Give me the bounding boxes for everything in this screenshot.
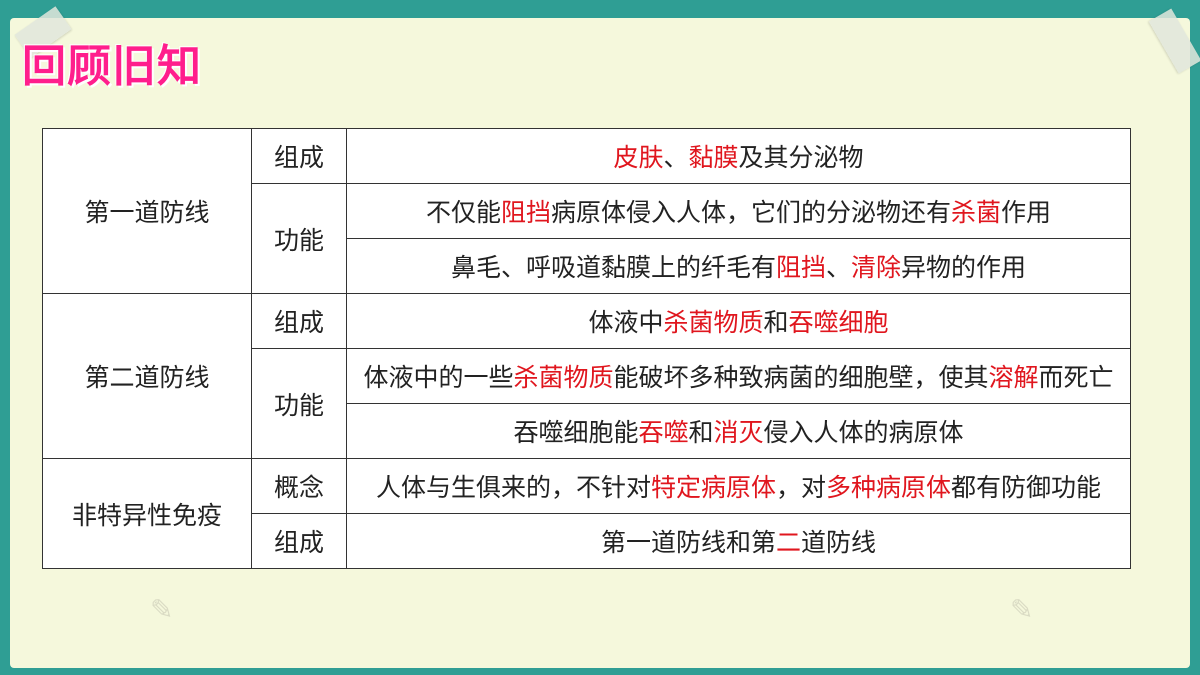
table-row: 第二道防线 组成 体液中杀菌物质和吞噬细胞 bbox=[42, 293, 1131, 459]
content-cell: 人体与生俱来的，不针对特定病原体，对多种病原体都有防御功能 bbox=[346, 458, 1131, 514]
page-title: 回顾旧知 bbox=[22, 41, 202, 92]
sub-header-concept: 概念 bbox=[251, 458, 347, 514]
category-nonspecific-immunity: 非特异性免疫 bbox=[42, 458, 252, 569]
content-cell: 体液中杀菌物质和吞噬细胞 bbox=[346, 293, 1131, 349]
sub-header-function: 功能 bbox=[251, 348, 347, 459]
content-cell: 吞噬细胞能吞噬和消灭侵入人体的病原体 bbox=[346, 403, 1131, 459]
content-cell: 皮肤、黏膜及其分泌物 bbox=[346, 128, 1131, 184]
tape-decoration-right bbox=[1148, 8, 1200, 74]
sub-header-composition: 组成 bbox=[251, 128, 347, 184]
review-table: 第一道防线 组成 皮肤、黏膜及其分泌物 功能 不仅能阻挡病原体侵入人体，它们的分… bbox=[42, 128, 1131, 569]
content-cell: 体液中的一些杀菌物质能破坏多种致病菌的细胞壁，使其溶解而死亡 bbox=[346, 348, 1131, 404]
category-second-line: 第二道防线 bbox=[42, 293, 252, 459]
sub-header-composition: 组成 bbox=[251, 513, 347, 569]
table-row: 第一道防线 组成 皮肤、黏膜及其分泌物 bbox=[42, 128, 1131, 294]
table-row: 非特异性免疫 概念 人体与生俱来的，不针对特定病原体，对多种病原体都有防御功能 bbox=[42, 458, 1131, 569]
content-cell: 第一道防线和第二道防线 bbox=[346, 513, 1131, 569]
sub-header-function: 功能 bbox=[251, 183, 347, 294]
content-cell: 鼻毛、呼吸道黏膜上的纤毛有阻挡、清除异物的作用 bbox=[346, 238, 1131, 294]
category-first-line: 第一道防线 bbox=[42, 128, 252, 294]
rocket-doodle-icon: ✎ bbox=[150, 593, 174, 626]
pencil-doodle-icon: ✎ bbox=[1010, 593, 1034, 626]
content-cell: 不仅能阻挡病原体侵入人体，它们的分泌物还有杀菌作用 bbox=[346, 183, 1131, 239]
sub-header-composition: 组成 bbox=[251, 293, 347, 349]
